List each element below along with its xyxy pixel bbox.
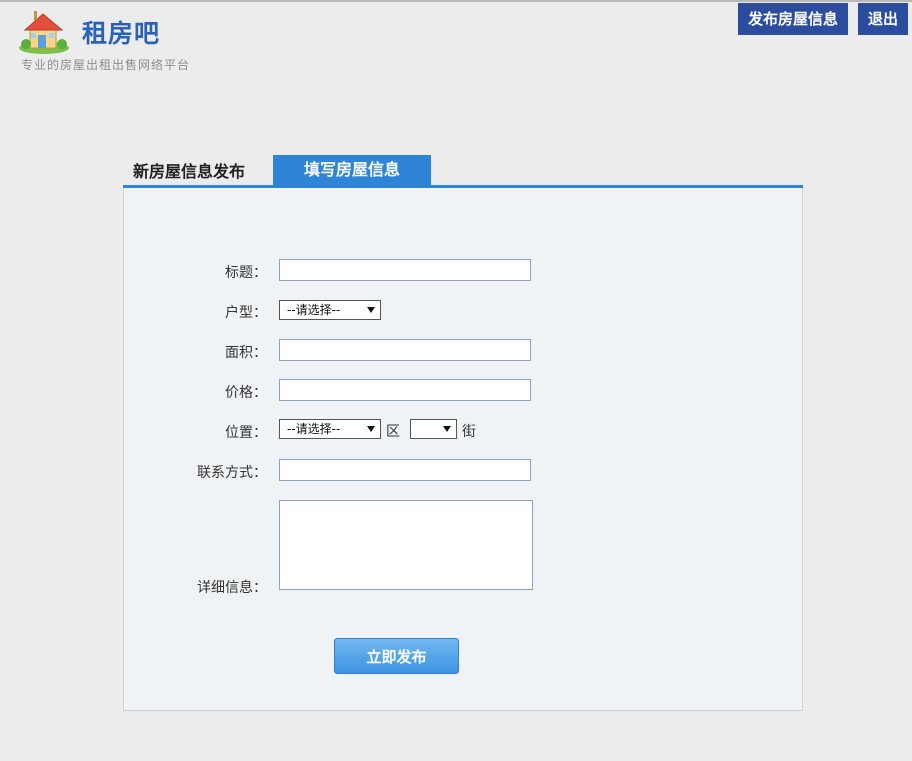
panel-title: 新房屋信息发布 — [133, 162, 246, 181]
house-logo-icon — [19, 11, 69, 54]
type-select-value: --请选择-- — [287, 303, 341, 317]
price-label: 价格： — [225, 385, 267, 401]
district-select[interactable]: --请选择-- — [279, 419, 381, 439]
detail-textarea[interactable] — [279, 500, 533, 590]
contact-label: 联系方式： — [197, 465, 267, 481]
tab-fill-house-info[interactable]: 填写房屋信息 — [273, 155, 431, 185]
area-label: 面积： — [225, 345, 267, 361]
chevron-down-icon — [367, 426, 375, 432]
street-select[interactable] — [410, 419, 457, 439]
title-label: 标题： — [225, 265, 267, 281]
district-select-value: --请选择-- — [287, 422, 341, 436]
price-input[interactable] — [279, 379, 531, 401]
type-select[interactable]: --请选择-- — [279, 300, 381, 320]
detail-label: 详细信息： — [197, 580, 267, 596]
location-label: 位置： — [225, 425, 267, 441]
chevron-down-icon — [367, 307, 375, 313]
submit-button[interactable]: 立即发布 — [334, 638, 459, 674]
contact-input[interactable] — [279, 459, 531, 481]
area-input[interactable] — [279, 339, 531, 361]
brand-tagline: 专业的房屋出租出售网络平台 — [21, 58, 191, 72]
title-input[interactable] — [279, 259, 531, 281]
type-label: 户型： — [225, 305, 267, 321]
chevron-down-icon — [443, 426, 451, 432]
street-unit: 街 — [462, 424, 476, 440]
brand-name: 租房吧 — [82, 19, 161, 48]
logout-button[interactable]: 退出 — [858, 3, 908, 35]
publish-house-button[interactable]: 发布房屋信息 — [738, 3, 848, 35]
district-unit: 区 — [386, 424, 400, 440]
top-border — [0, 0, 912, 2]
